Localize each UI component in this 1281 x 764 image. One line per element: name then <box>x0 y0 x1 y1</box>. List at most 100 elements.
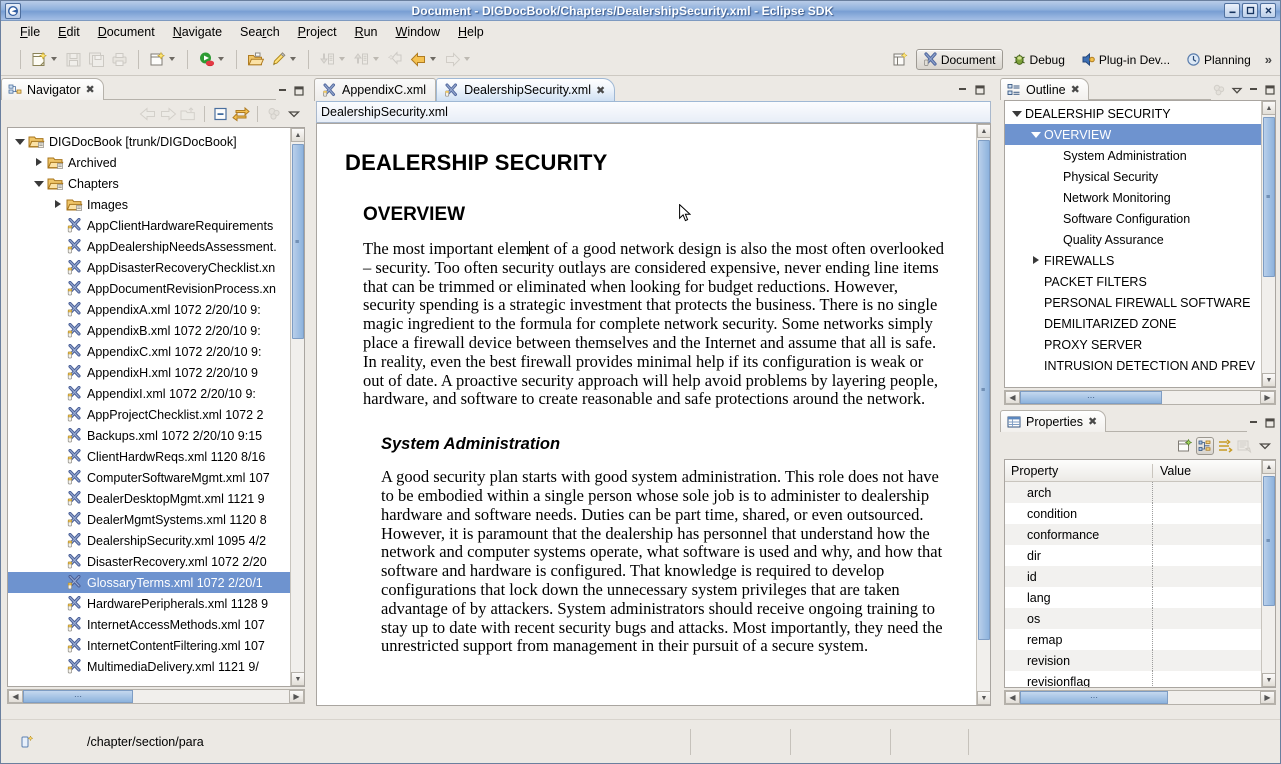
print-button[interactable] <box>110 49 129 70</box>
tree-twisty-collapsed[interactable] <box>31 158 47 167</box>
new-wizard-button[interactable] <box>30 49 60 70</box>
navigator-hscroll-right-arrow[interactable]: ▶ <box>289 690 304 703</box>
previous-annotation-button[interactable] <box>352 49 382 70</box>
navigator-vertical-scrollbar[interactable]: ▲ ≡ ▼ <box>290 128 304 686</box>
properties-hscroll-right-arrow[interactable]: ▶ <box>1260 691 1275 704</box>
menu-navigate[interactable]: Navigate <box>164 23 231 41</box>
perspective-planning[interactable]: Planning <box>1179 49 1258 70</box>
properties-table-container[interactable]: Property Value archconditionconformanced… <box>1004 459 1276 688</box>
outline-horizontal-scrollbar[interactable]: ◀ ⋯ ▶ <box>1004 390 1276 405</box>
outline-tab-close-icon[interactable]: ✖ <box>1071 83 1080 96</box>
menu-document[interactable]: Document <box>89 23 164 41</box>
tree-twisty-expanded[interactable] <box>1009 110 1025 117</box>
navigator-tree-row[interactable]: AppendixC.xml 1072 2/20/10 9: <box>8 341 290 362</box>
properties-table-row[interactable]: arch <box>1005 482 1261 503</box>
editor-vertical-scrollbar[interactable]: ▲ ≡ ▼ <box>976 124 990 705</box>
run-button[interactable] <box>197 49 227 70</box>
navigator-forward-icon[interactable] <box>159 105 177 123</box>
properties-table-row[interactable]: id <box>1005 566 1261 587</box>
navigator-tree-row[interactable]: DisasterRecovery.xml 1072 2/20 <box>8 551 290 572</box>
minimize-button[interactable] <box>1224 3 1240 18</box>
navigator-tree-row-selected[interactable]: GlossaryTerms.xml 1072 2/20/1 <box>8 572 290 593</box>
properties-table-row[interactable]: os <box>1005 608 1261 629</box>
outline-tree-row[interactable]: PERSONAL FIREWALL SOFTWARE <box>1005 292 1261 313</box>
outline-tree-row[interactable]: Software Configuration <box>1005 208 1261 229</box>
outline-tree-container[interactable]: DEALERSHIP SECURITYOVERVIEWSystem Admini… <box>1004 100 1276 388</box>
navigator-horizontal-scrollbar[interactable]: ◀ ⋯ ▶ <box>7 689 305 704</box>
menu-edit[interactable]: Edit <box>49 23 89 41</box>
outline-tree-row[interactable]: PACKET FILTERS <box>1005 271 1261 292</box>
perspective-plugin-dev[interactable]: Plug-in Dev... <box>1074 49 1177 70</box>
editor-scroll-up-arrow[interactable]: ▲ <box>977 124 991 138</box>
properties-hscroll-left-arrow[interactable]: ◀ <box>1005 691 1020 704</box>
editor-minimize-icon[interactable] <box>956 83 970 97</box>
perspective-overflow-button[interactable]: » <box>1265 52 1272 67</box>
outline-tree-row[interactable]: INTRUSION DETECTION AND PREV <box>1005 355 1261 376</box>
navigator-tree-row[interactable]: DIGDocBook [trunk/DIGDocBook] <box>8 131 290 152</box>
outline-tree-row[interactable]: System Administration <box>1005 145 1261 166</box>
link-with-editor-icon[interactable] <box>232 105 250 123</box>
navigator-tree-row[interactable]: AppProjectChecklist.xml 1072 2 <box>8 404 290 425</box>
navigator-tree-row[interactable]: Backups.xml 1072 2/20/10 9:15 <box>8 425 290 446</box>
editor-tab-close-icon[interactable]: ✖ <box>596 84 605 97</box>
navigator-tree-row[interactable]: AppDisasterRecoveryChecklist.xn <box>8 257 290 278</box>
outline-tree-row[interactable]: DEALERSHIP SECURITY <box>1005 103 1261 124</box>
navigator-tree-row[interactable]: MultimediaDelivery.xml 1121 9/ <box>8 656 290 677</box>
outline-maximize-icon[interactable] <box>1263 83 1277 97</box>
navigator-tree-row[interactable]: AppDocumentRevisionProcess.xn <box>8 278 290 299</box>
tree-twisty-collapsed[interactable] <box>50 200 66 209</box>
navigator-hscroll-thumb[interactable]: ⋯ <box>23 690 133 703</box>
tree-twisty-collapsed[interactable] <box>1028 256 1044 265</box>
open-perspective-icon[interactable] <box>892 51 909 68</box>
editor-tab-dealershipsecurity[interactable]: DealershipSecurity.xml ✖ <box>436 78 615 101</box>
open-folder-button[interactable] <box>246 49 265 70</box>
outline-view-menu-icon[interactable] <box>1229 82 1245 98</box>
show-advanced-icon[interactable] <box>1216 437 1234 455</box>
outline-scroll-thumb[interactable]: ≡ <box>1263 117 1275 277</box>
save-button[interactable] <box>64 49 83 70</box>
tab-properties[interactable]: Properties ✖ <box>1000 410 1106 432</box>
outline-vertical-scrollbar[interactable]: ▲ ≡ ▼ <box>1261 101 1275 387</box>
menu-help[interactable]: Help <box>449 23 493 41</box>
navigator-tree-row[interactable]: DealershipSecurity.xml 1095 4/2 <box>8 530 290 551</box>
navigator-tree-row[interactable]: ClientHardwReqs.xml 1120 8/16 <box>8 446 290 467</box>
editor-breadcrumb[interactable]: DealershipSecurity.xml <box>316 101 991 123</box>
navigator-scroll-thumb[interactable]: ≡ <box>292 144 304 339</box>
edit-pencil-dropdown-arrow[interactable] <box>290 57 296 61</box>
navigator-tree-row[interactable]: Archived <box>8 152 290 173</box>
next-annotation-dropdown-arrow[interactable] <box>339 57 345 61</box>
editor-scroll-down-arrow[interactable]: ▼ <box>977 691 991 705</box>
properties-table-row[interactable]: lang <box>1005 587 1261 608</box>
navigator-back-icon[interactable] <box>139 105 157 123</box>
properties-horizontal-scrollbar[interactable]: ◀ ⋯ ▶ <box>1004 690 1276 705</box>
document-paragraph-1[interactable]: The most important element of a good net… <box>363 240 946 409</box>
column-header-property[interactable]: Property <box>1005 464 1153 478</box>
document-body[interactable]: DEALERSHIP SECURITY OVERVIEW The most im… <box>317 124 976 705</box>
column-header-value[interactable]: Value <box>1153 464 1191 478</box>
restore-default-value-icon[interactable] <box>1236 437 1254 455</box>
editor-document-canvas[interactable]: DEALERSHIP SECURITY OVERVIEW The most im… <box>316 123 991 706</box>
navigator-tree-row[interactable]: Images <box>8 194 290 215</box>
properties-minimize-icon[interactable] <box>1247 416 1261 430</box>
properties-tab-close-icon[interactable]: ✖ <box>1088 415 1097 428</box>
next-annotation-button[interactable] <box>318 49 348 70</box>
properties-table[interactable]: Property Value archconditionconformanced… <box>1005 460 1261 687</box>
menu-window[interactable]: Window <box>387 23 449 41</box>
outline-hscroll-thumb[interactable]: ⋯ <box>1020 391 1162 404</box>
properties-maximize-icon[interactable] <box>1263 416 1277 430</box>
navigator-tree-container[interactable]: DIGDocBook [trunk/DIGDocBook]ArchivedCha… <box>7 127 305 687</box>
properties-vertical-scrollbar[interactable]: ▲ ≡ ▼ <box>1261 460 1275 687</box>
new-document-dropdown-arrow[interactable] <box>169 57 175 61</box>
outline-minimize-icon[interactable] <box>1247 83 1261 97</box>
previous-annotation-dropdown-arrow[interactable] <box>373 57 379 61</box>
back-dropdown-arrow[interactable] <box>430 57 436 61</box>
outline-tree[interactable]: DEALERSHIP SECURITYOVERVIEWSystem Admini… <box>1005 101 1261 387</box>
navigator-tree-row[interactable]: ComputerSoftwareMgmt.xml 107 <box>8 467 290 488</box>
navigator-hscroll-left-arrow[interactable]: ◀ <box>8 690 23 703</box>
navigator-tree-row[interactable]: HardwarePeripherals.xml 1128 9 <box>8 593 290 614</box>
close-button[interactable] <box>1260 3 1276 18</box>
editor-tab-appendixc[interactable]: AppendixC.xml <box>314 78 436 101</box>
tab-outline[interactable]: Outline ✖ <box>1000 78 1089 100</box>
navigator-minimize-icon[interactable] <box>276 84 290 98</box>
new-property-icon[interactable] <box>1176 437 1194 455</box>
